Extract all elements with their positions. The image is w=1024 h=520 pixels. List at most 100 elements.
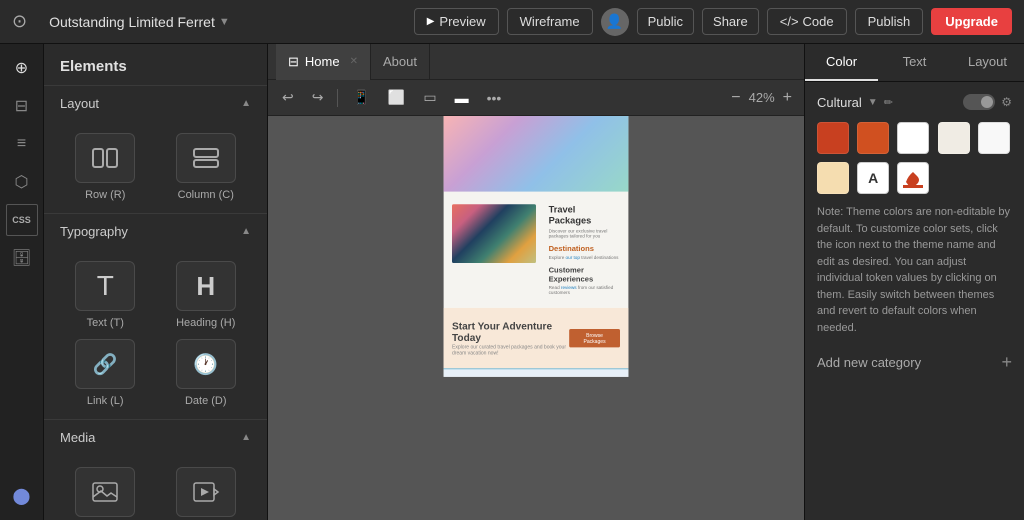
sidebar-icon-pages[interactable]: ⊟	[6, 90, 38, 122]
experiences-text: Read reviews from our satisfied customer…	[549, 285, 620, 295]
sidebar-icon-layers[interactable]: ≡	[6, 128, 38, 160]
theme-dropdown-icon[interactable]: ▼	[868, 97, 878, 108]
row-element[interactable]: Row (R)	[60, 133, 151, 201]
preview-label: Preview	[439, 14, 485, 29]
column-element[interactable]: Column (C)	[161, 133, 252, 201]
desktop-large-button[interactable]: ▬	[449, 86, 475, 110]
canvas-viewport[interactable]: Travel Packages Discover our exclusive t…	[268, 116, 804, 520]
media-section-label: Media	[60, 430, 95, 445]
tab-home[interactable]: ⊟ Home ✕	[276, 44, 371, 80]
sidebar-icon-components[interactable]: ⬡	[6, 166, 38, 198]
page-cta-section: Start Your Adventure Today Explore our c…	[444, 308, 629, 368]
project-title[interactable]: Outstanding Limited Ferret ▼	[49, 14, 230, 30]
color-swatch-fill[interactable]	[897, 162, 929, 194]
sidebar-icon-database[interactable]: 🗄	[6, 242, 38, 274]
video-element[interactable]: Video (V)	[161, 467, 252, 520]
desktop-small-button[interactable]: ▭	[417, 85, 442, 110]
travel-packages-heading: Travel Packages	[549, 204, 620, 226]
color-swatch-warm[interactable]	[817, 162, 849, 194]
heading-element[interactable]: H Heading (H)	[161, 261, 252, 329]
tablet-view-button[interactable]: ⬜	[382, 85, 411, 110]
redo-button[interactable]: ↪	[306, 85, 330, 110]
page-footer-bar	[444, 368, 629, 376]
code-label: Code	[803, 14, 834, 29]
discord-icon[interactable]: ⬤	[6, 480, 38, 512]
link-element[interactable]: 🔗 Link (L)	[60, 339, 151, 407]
share-button[interactable]: Share	[702, 8, 759, 35]
theme-toggle-knob	[981, 96, 993, 108]
typography-chevron-icon: ▲	[241, 226, 251, 237]
video-icon	[176, 467, 236, 517]
column-icon	[176, 133, 236, 183]
text-icon: T	[75, 261, 135, 311]
layout-elements-grid: Row (R) Column (C)	[44, 121, 267, 213]
mobile-view-button[interactable]: 📱	[346, 85, 375, 110]
tab-about-label: About	[383, 54, 417, 69]
tab-about[interactable]: About	[371, 44, 430, 80]
theme-edit-icon[interactable]: ✏	[884, 96, 893, 109]
page-abstract-image	[452, 204, 536, 263]
link-icon: 🔗	[75, 339, 135, 389]
zoom-out-button[interactable]: −	[727, 89, 744, 107]
theme-name: Cultural	[817, 95, 862, 110]
text-element[interactable]: T Text (T)	[60, 261, 151, 329]
project-name: Outstanding Limited Ferret	[49, 14, 215, 30]
color-swatch-lightest[interactable]	[978, 122, 1010, 154]
tab-color[interactable]: Color	[805, 44, 878, 81]
add-category-row[interactable]: Add new category +	[817, 346, 1012, 379]
undo-button[interactable]: ↩	[276, 85, 300, 110]
date-label: Date (D)	[185, 395, 227, 407]
date-element[interactable]: 🕐 Date (D)	[161, 339, 252, 407]
destinations-link[interactable]: our top	[566, 255, 580, 260]
layout-section-header[interactable]: Layout ▲	[44, 86, 267, 121]
add-category-plus-icon[interactable]: +	[1001, 352, 1012, 373]
travel-packages-subtitle: Discover our exclusive travel packages t…	[549, 229, 620, 239]
typography-elements-grid: T Text (T) H Heading (H) 🔗 Link (L) �	[44, 249, 267, 419]
media-section-header[interactable]: Media ▲	[44, 420, 267, 455]
destinations-static-text: Explore	[549, 255, 566, 260]
destinations-static-text2: travel destinations	[580, 255, 619, 260]
browse-packages-button[interactable]: Browse Packages	[569, 329, 620, 347]
sidebar-left-container: ⊕ ⊟ ≡ ⬡ CSS 🗄 ⬤ Elements Layout ▲	[0, 44, 267, 520]
panel-title: Elements	[44, 44, 267, 86]
page-text-content: Travel Packages Discover our exclusive t…	[549, 204, 620, 295]
topbar-actions: ▶ Preview Wireframe 👤 Public Share </> C…	[414, 8, 1012, 36]
avatar[interactable]: 👤	[601, 8, 629, 36]
image-element[interactable]: Image (I)	[60, 467, 151, 520]
right-panel: Color Text Layout Cultural ▼ ✏ ⚙	[804, 44, 1024, 520]
right-panel-tabs: Color Text Layout	[805, 44, 1024, 82]
logo-icon[interactable]: ⊙	[12, 11, 27, 32]
public-button[interactable]: Public	[637, 8, 694, 35]
wireframe-button[interactable]: Wireframe	[507, 8, 593, 35]
tab-layout[interactable]: Layout	[951, 44, 1024, 81]
heading-icon: H	[176, 261, 236, 311]
column-label: Column (C)	[178, 189, 234, 201]
color-swatch-cream[interactable]	[938, 122, 970, 154]
color-swatch-red[interactable]	[817, 122, 849, 154]
destinations-heading: Destinations	[549, 245, 620, 254]
experiences-heading: Customer Experiences	[549, 266, 620, 284]
theme-toggle[interactable]	[963, 94, 995, 110]
color-swatch-orange[interactable]	[857, 122, 889, 154]
right-panel-content: Cultural ▼ ✏ ⚙ A	[805, 82, 1024, 520]
color-swatch-white[interactable]	[897, 122, 929, 154]
publish-button[interactable]: Publish	[855, 8, 924, 35]
tab-home-label: Home	[305, 54, 340, 69]
topbar: ⊙ Outstanding Limited Ferret ▼ ▶ Preview…	[0, 0, 1024, 44]
tab-home-close-icon[interactable]: ✕	[350, 56, 358, 67]
tab-text[interactable]: Text	[878, 44, 951, 81]
typography-section-header[interactable]: Typography ▲	[44, 214, 267, 249]
preview-button[interactable]: ▶ Preview	[414, 8, 499, 35]
sidebar-icon-add[interactable]: ⊕	[6, 52, 38, 84]
upgrade-button[interactable]: Upgrade	[931, 8, 1012, 35]
zoom-in-button[interactable]: +	[779, 89, 796, 107]
sidebar-icon-css[interactable]: CSS	[6, 204, 38, 236]
theme-gear-icon[interactable]: ⚙	[1001, 95, 1012, 109]
media-elements-grid: Image (I) Video (V)	[44, 455, 267, 520]
code-button[interactable]: </> Code	[767, 8, 847, 35]
color-swatch-text-A[interactable]: A	[857, 162, 889, 194]
more-options-button[interactable]: •••	[481, 86, 508, 110]
canvas-page: Travel Packages Discover our exclusive t…	[444, 116, 629, 377]
cta-subtitle: Explore our curated travel packages and …	[452, 344, 569, 356]
canvas-tabs: ⊟ Home ✕ About	[268, 44, 804, 80]
